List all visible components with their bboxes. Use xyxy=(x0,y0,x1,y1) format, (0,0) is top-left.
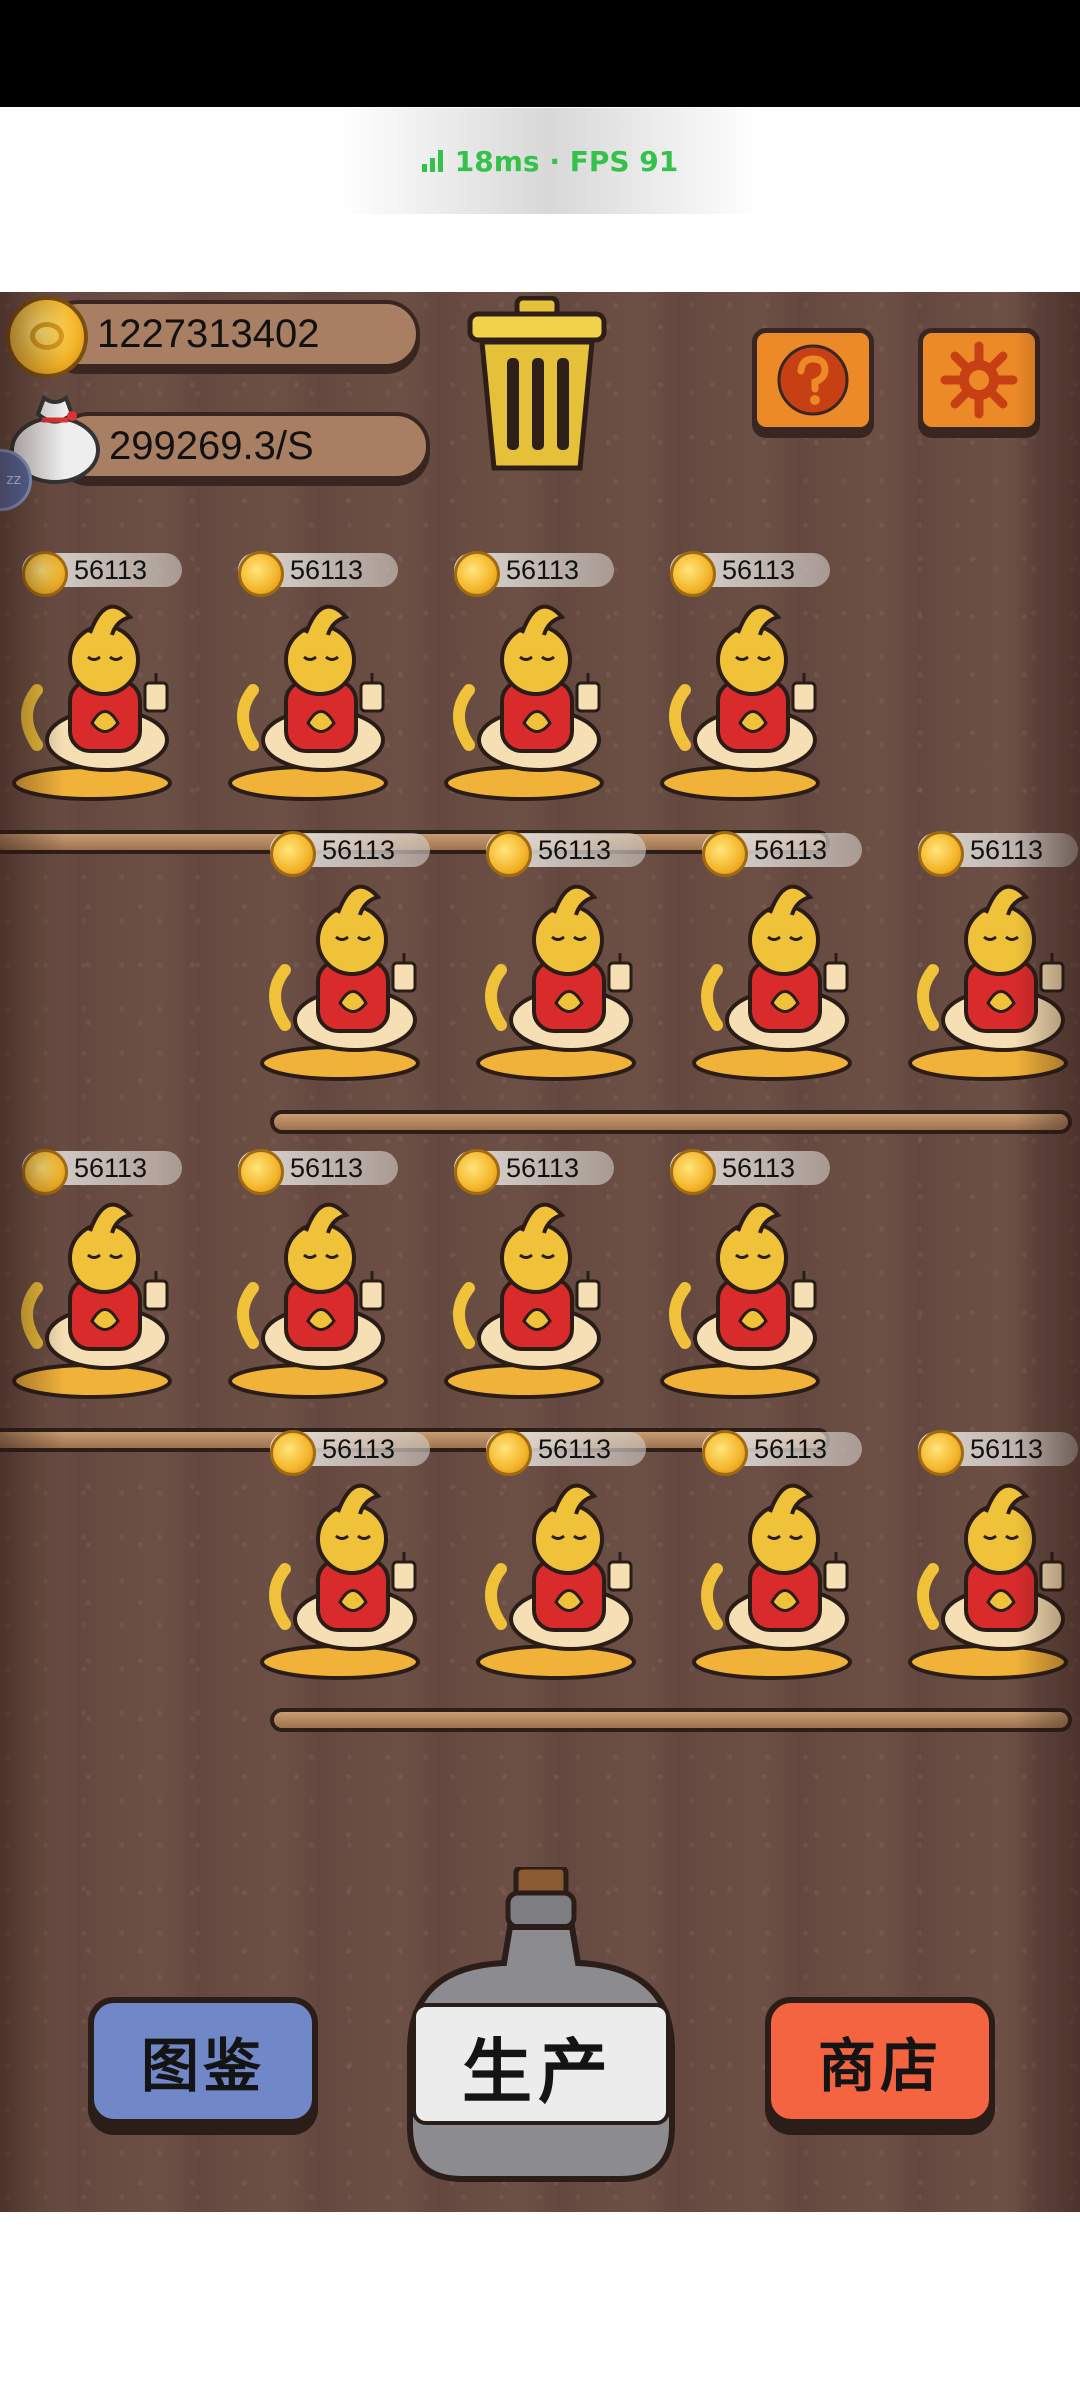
coin-icon xyxy=(22,551,68,597)
cat-figure xyxy=(12,604,172,801)
catalog-button[interactable]: 图鉴 xyxy=(88,1997,318,2125)
coin-icon xyxy=(454,1149,500,1195)
cat-slot[interactable]: 56113 xyxy=(228,1143,408,1403)
income-rate: 299269.3/S xyxy=(55,412,430,480)
cat-figure xyxy=(12,1202,172,1399)
price-tag: 56113 xyxy=(670,1149,830,1195)
catalog-button-label: 图鉴 xyxy=(140,2032,265,2100)
status-bar xyxy=(0,0,1080,107)
price-tag: 56113 xyxy=(918,831,1078,877)
cat-figure xyxy=(444,604,604,801)
price-tag: 56113 xyxy=(238,551,398,597)
game-board: 1227313402 299269.3/S zz 56113 56113 561… xyxy=(0,292,1080,2212)
trash-can-icon[interactable] xyxy=(462,296,612,476)
coin-icon xyxy=(670,1149,716,1195)
price-tag: 56113 xyxy=(238,1149,398,1195)
cat-figure xyxy=(228,604,388,801)
cat-figure xyxy=(476,1483,636,1680)
cat-figure xyxy=(260,1483,420,1680)
cat-figure xyxy=(660,1202,820,1399)
coin-icon xyxy=(238,1149,284,1195)
price-tag: 56113 xyxy=(270,831,430,877)
coin-balance-value: 1227313402 xyxy=(97,311,320,356)
shop-button[interactable]: 商店 xyxy=(765,1997,995,2125)
shop-button-label: 商店 xyxy=(817,2032,942,2100)
price-tag: 56113 xyxy=(454,551,614,597)
cat-slot[interactable]: 56113 xyxy=(12,545,192,805)
coin-icon xyxy=(454,551,500,597)
perf-text: 18ms · FPS 91 xyxy=(454,144,679,178)
signal-icon xyxy=(421,150,443,172)
coin-icon xyxy=(238,551,284,597)
cat-slot[interactable]: 56113 xyxy=(12,1143,192,1403)
cat-slot[interactable]: 56113 xyxy=(660,545,840,805)
cat-figure xyxy=(908,1483,1068,1680)
cat-slot[interactable]: 56113 xyxy=(660,1143,840,1403)
cat-slot[interactable]: 56113 xyxy=(908,1424,1080,1684)
cat-figure xyxy=(692,1483,852,1680)
income-rate-value: 299269.3/S xyxy=(109,423,314,468)
cat-figure xyxy=(660,604,820,801)
cat-figure xyxy=(476,884,636,1081)
coin-icon xyxy=(270,1430,316,1476)
cat-slot[interactable]: 56113 xyxy=(260,825,440,1085)
coin-icon xyxy=(918,1430,964,1476)
coin-icon xyxy=(486,1430,532,1476)
price-tag: 56113 xyxy=(22,1149,182,1195)
coin-icon xyxy=(918,831,964,877)
price-tag: 56113 xyxy=(486,1430,646,1476)
settings-button[interactable] xyxy=(918,328,1040,432)
price-tag: 56113 xyxy=(702,1430,862,1476)
price-tag: 56113 xyxy=(918,1430,1078,1476)
cat-figure xyxy=(444,1202,604,1399)
cat-figure xyxy=(908,884,1068,1081)
price-tag: 56113 xyxy=(270,1430,430,1476)
performance-overlay: 18ms · FPS 91 xyxy=(340,108,760,214)
cat-slot[interactable]: 56113 xyxy=(260,1424,440,1684)
shelf xyxy=(270,1708,1072,1732)
coin-icon xyxy=(486,831,532,877)
help-button[interactable] xyxy=(752,328,874,432)
coin-icon xyxy=(270,831,316,877)
cat-slot[interactable]: 56113 xyxy=(908,825,1080,1085)
price-tag: 56113 xyxy=(670,551,830,597)
coin-icon xyxy=(670,551,716,597)
cat-slot[interactable]: 56113 xyxy=(692,825,872,1085)
coin-icon xyxy=(702,1430,748,1476)
coin-icon xyxy=(702,831,748,877)
cat-figure xyxy=(260,884,420,1081)
cat-slot[interactable]: 56113 xyxy=(444,1143,624,1403)
coin-icon xyxy=(6,296,88,378)
cat-slot[interactable]: 56113 xyxy=(228,545,408,805)
price-tag: 56113 xyxy=(454,1149,614,1195)
price-tag: 56113 xyxy=(486,831,646,877)
price-tag: 56113 xyxy=(702,831,862,877)
shelf xyxy=(270,1110,1072,1134)
gear-icon xyxy=(940,341,1018,419)
cat-slot[interactable]: 56113 xyxy=(444,545,624,805)
cat-figure xyxy=(228,1202,388,1399)
cat-slot[interactable]: 56113 xyxy=(476,1424,656,1684)
produce-button-label: 生产 xyxy=(462,2030,614,2113)
cat-figure xyxy=(692,884,852,1081)
cat-slot[interactable]: 56113 xyxy=(476,825,656,1085)
price-tag: 56113 xyxy=(22,551,182,597)
help-icon xyxy=(777,344,849,416)
coin-balance: 1227313402 xyxy=(45,300,420,368)
produce-button[interactable]: 生产 xyxy=(408,2006,668,2126)
cat-slot[interactable]: 56113 xyxy=(692,1424,872,1684)
coin-icon xyxy=(22,1149,68,1195)
